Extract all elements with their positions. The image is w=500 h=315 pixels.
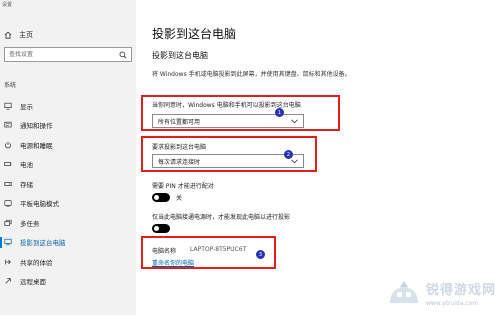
sidebar-item-label: 存储 xyxy=(20,180,33,189)
sidebar-item-label: 电池 xyxy=(20,161,33,170)
sidebar-item-multitask[interactable]: 多任务 xyxy=(0,213,136,233)
sidebar-item-power[interactable]: 电源和睡眠 xyxy=(0,135,136,155)
watermark-url: www.ytruida.com xyxy=(425,300,479,307)
share-icon xyxy=(4,258,12,266)
section-title: 系统 xyxy=(4,82,17,89)
remote-desktop-icon xyxy=(4,277,12,285)
pin-label: 需要 PIN 才能进行配对 xyxy=(152,183,214,190)
watermark: 锐得游戏网 www.ytruida.com xyxy=(386,279,496,309)
power-toggle[interactable] xyxy=(152,224,170,233)
watermark-title: 锐得游戏网 xyxy=(425,283,496,298)
sidebar-item-storage[interactable]: 存储 xyxy=(0,174,136,194)
annotation-marker-2: 2 xyxy=(284,150,293,159)
annotation-box-1 xyxy=(141,95,340,131)
sidebar: 设置 主页 系统 显示 通知和操作 电源和睡眠 xyxy=(0,0,136,315)
sub-heading: 投影到这台电脑 xyxy=(152,51,208,60)
main-content: 投影到这台电脑 投影到这台电脑 将 Windows 手机或电脑投影到此屏幕，并使… xyxy=(136,0,500,315)
pin-toggle[interactable] xyxy=(152,193,170,202)
project-icon xyxy=(4,238,12,246)
sidebar-item-remote-desktop[interactable]: 远程桌面 xyxy=(0,272,136,292)
sidebar-item-notifications[interactable]: 通知和操作 xyxy=(0,116,136,136)
power-label: 仅当此电脑接通电源时，才能发现此电脑以进行投影 xyxy=(152,214,291,221)
search-input[interactable] xyxy=(9,51,109,58)
window-title: 设置 xyxy=(2,2,13,8)
sidebar-item-display[interactable]: 显示 xyxy=(0,96,136,116)
description-text: 将 Windows 手机或电脑投影到此屏幕，并使用其键盘、鼠标和其他设备。 xyxy=(152,71,351,78)
monitor-icon xyxy=(4,102,12,110)
storage-icon xyxy=(4,180,12,188)
home-nav-item[interactable]: 主页 xyxy=(4,29,124,41)
sidebar-item-label: 通知和操作 xyxy=(20,122,53,131)
power-toggle-row xyxy=(152,224,170,233)
pin-toggle-row: 关 xyxy=(152,193,182,202)
sidebar-item-share[interactable]: 共享的体验 xyxy=(0,252,136,272)
sidebar-item-label: 平板电脑模式 xyxy=(20,200,59,209)
annotation-marker-3: 3 xyxy=(256,250,265,259)
power-icon xyxy=(4,141,12,149)
toggle-knob xyxy=(154,195,159,200)
nav-list: 显示 通知和操作 电源和睡眠 电池 存储 平板电脑模式 多任务 投影到这台电脑 … xyxy=(0,96,136,291)
battery-icon xyxy=(4,160,12,168)
annotation-marker-1: 1 xyxy=(275,108,284,117)
pin-state-text: 关 xyxy=(176,195,183,202)
tablet-icon xyxy=(4,199,12,207)
page-title: 投影到这台电脑 xyxy=(152,27,237,41)
home-label: 主页 xyxy=(19,31,33,39)
sidebar-item-label: 多任务 xyxy=(20,219,40,228)
sidebar-item-project[interactable]: 投影到这台电脑 xyxy=(0,233,136,253)
search-icon[interactable] xyxy=(119,51,127,59)
multitask-icon xyxy=(4,219,12,227)
sidebar-item-label: 电源和睡眠 xyxy=(20,141,53,150)
sidebar-item-label: 显示 xyxy=(20,102,33,111)
home-icon xyxy=(4,31,12,39)
search-box[interactable] xyxy=(4,47,132,62)
watermark-logo-icon xyxy=(389,281,418,303)
sidebar-item-label: 共享的体验 xyxy=(20,258,53,267)
toggle-knob xyxy=(154,226,159,231)
sidebar-item-label: 远程桌面 xyxy=(20,278,46,287)
sidebar-item-tablet[interactable]: 平板电脑模式 xyxy=(0,194,136,214)
sidebar-item-label: 投影到这台电脑 xyxy=(20,239,66,248)
notification-icon xyxy=(4,121,12,129)
sidebar-item-battery[interactable]: 电池 xyxy=(0,155,136,175)
